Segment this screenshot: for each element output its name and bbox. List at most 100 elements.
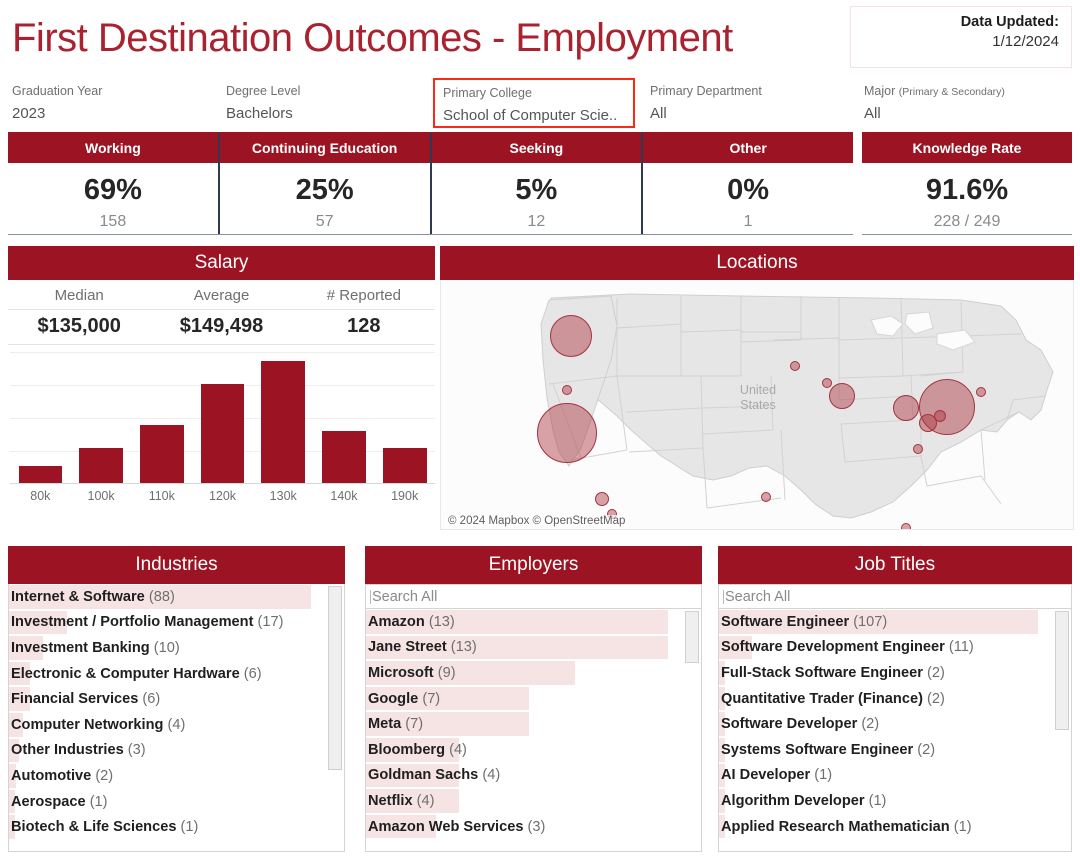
list-item[interactable]: Software Developer (2) [719,711,1054,737]
list-item[interactable]: Microsoft (9) [366,660,684,686]
employers-scrollbar[interactable] [684,611,699,849]
kpi-knowledge-rate-percent: 91.6% [862,174,1072,207]
salary-axis-tick-label: 110k [131,489,192,503]
list-item-label: Microsoft (9) [368,665,456,681]
list-item[interactable]: Computer Networking (4) [9,712,327,738]
salary-bar[interactable] [201,384,245,483]
salary-bar[interactable] [261,361,305,483]
industries-items: Internet & Software (88)Investment / Por… [9,584,327,851]
map-marker-chicago[interactable] [829,383,855,409]
salary-axis-tick-label: 120k [192,489,253,503]
map-marker-philadelphia[interactable] [934,410,946,422]
job-titles-scrollbar[interactable] [1054,611,1069,849]
list-item[interactable]: Applied Research Mathematician (1) [719,814,1054,840]
salary-bar[interactable] [383,448,427,483]
filter-graduation-year[interactable]: Graduation Year 2023 [12,84,212,122]
kpi-working[interactable]: Working 69% 158 [8,132,220,234]
kpi-seeking[interactable]: Seeking 5% 12 [432,132,644,234]
salary-stats-header-row: Median Average # Reported [8,280,435,309]
list-item[interactable]: Bloomberg (4) [366,737,684,763]
map-marker-boston[interactable] [976,387,986,397]
employers-list[interactable]: Amazon (13)Jane Street (13) Microsoft (9)… [365,609,702,852]
salary-axis-tick-label: 80k [10,489,71,503]
job-titles-scroll-thumb[interactable] [1055,611,1069,730]
list-item[interactable]: Financial Services (6) [9,686,327,712]
list-item[interactable]: Other Industries (3) [9,738,327,764]
map-marker-seattle[interactable] [550,315,592,357]
map-marker-los-angeles[interactable] [595,492,609,506]
list-item[interactable]: Software Engineer (107) [719,609,1054,635]
industries-list[interactable]: Internet & Software (88)Investment / Por… [8,584,345,852]
employers-search-input[interactable]: Search All [365,584,702,609]
list-item[interactable]: Investment Banking (10) [9,635,327,661]
filter-degree-level[interactable]: Degree Level Bachelors [226,84,426,122]
salary-panel: Salary Median Average # Reported $135,00… [8,246,435,532]
list-item[interactable]: Investment / Portfolio Management (17) [9,610,327,636]
kpi-other[interactable]: Other 0% 1 [643,132,853,234]
list-item[interactable]: Electronic & Computer Hardware (6) [9,661,327,687]
map-marker-austin[interactable] [761,492,771,502]
filter-primary-college[interactable]: Primary College School of Computer Scie.… [433,78,635,128]
locations-map[interactable]: UnitedStates © 2024 Mapbox © OpenStreetM… [440,280,1074,530]
list-item-label: Quantitative Trader (Finance) (2) [721,691,945,707]
list-item[interactable]: Algorithm Developer (1) [719,788,1054,814]
list-item[interactable]: Meta (7) [366,711,684,737]
list-item[interactable]: Quantitative Trader (Finance) (2) [719,686,1054,712]
salary-bar[interactable] [19,466,63,483]
salary-bar-cell[interactable] [131,352,192,483]
list-item[interactable]: Automotive (2) [9,763,327,789]
map-marker-portland[interactable] [562,385,572,395]
map-marker-miami[interactable] [901,523,911,530]
list-item[interactable]: Systems Software Engineer (2) [719,737,1054,763]
list-item[interactable]: AI Developer (1) [719,763,1054,789]
list-item[interactable]: Goldman Sachs (4) [366,763,684,789]
salary-axis-tick-label: 140k [314,489,375,503]
list-item[interactable]: Amazon Web Services (3) [366,814,684,840]
list-item[interactable]: Google (7) [366,686,684,712]
salary-stats-value-row: $135,000 $149,498 128 [8,310,435,344]
salary-bar-cell[interactable] [192,352,253,483]
map-marker-bay-area[interactable] [537,403,597,463]
kpi-knowledge-rate[interactable]: Knowledge Rate 91.6% 228 / 249 [862,132,1072,235]
locations-panel-title: Locations [440,246,1074,280]
list-item-label: Bloomberg (4) [368,742,467,758]
map-marker-minneapolis[interactable] [790,361,800,371]
kpi-working-body: 69% 158 [8,163,218,231]
kpi-row: Working 69% 158 Continuing Education 25%… [0,132,1080,240]
salary-median-value: $135,000 [8,310,150,344]
filter-major[interactable]: Major (Primary & Secondary) All [864,84,1079,122]
filter-primary-department[interactable]: Primary Department All [650,84,850,122]
map-marker-new-york[interactable] [919,379,975,435]
list-item[interactable]: Software Development Engineer (11) [719,635,1054,661]
industries-scrollbar[interactable] [327,586,342,849]
list-item[interactable]: Aerospace (1) [9,789,327,815]
salary-bar[interactable] [79,448,123,483]
employers-scroll-thumb[interactable] [685,611,699,663]
map-marker-pittsburgh[interactable] [893,395,919,421]
job-titles-search-input[interactable]: Search All [718,584,1072,609]
list-item[interactable]: Amazon (13) [366,609,684,635]
list-item[interactable]: Internet & Software (88) [9,584,327,610]
list-item[interactable]: Netflix (4) [366,788,684,814]
salary-bar-cell[interactable] [10,352,71,483]
map-marker-milwaukee[interactable] [822,378,832,388]
salary-bar-cell[interactable] [374,352,435,483]
job-titles-list[interactable]: Software Engineer (107)Software Developm… [718,609,1072,852]
salary-bar[interactable] [140,425,184,483]
list-item[interactable]: Full-Stack Software Engineer (2) [719,660,1054,686]
kpi-continuing-education[interactable]: Continuing Education 25% 57 [220,132,432,234]
salary-bar[interactable] [322,431,366,483]
employers-items: Amazon (13)Jane Street (13) Microsoft (9)… [366,609,684,851]
filter-major-label: Major (Primary & Secondary) [864,84,1079,98]
industries-scroll-thumb[interactable] [328,586,342,770]
list-item[interactable]: Biotech & Life Sciences (1) [9,814,327,840]
data-updated-label: Data Updated: [851,14,1059,30]
salary-bar-cell[interactable] [71,352,132,483]
map-marker-charlotte[interactable] [913,444,923,454]
salary-bar-cell[interactable] [253,352,314,483]
kpi-knowledge-rate-count: 228 / 249 [862,213,1072,231]
salary-bar-cell[interactable] [314,352,375,483]
kpi-seeking-body: 5% 12 [432,163,642,231]
list-item[interactable]: Jane Street (13) [366,635,684,661]
salary-average-label: Average [150,280,292,309]
